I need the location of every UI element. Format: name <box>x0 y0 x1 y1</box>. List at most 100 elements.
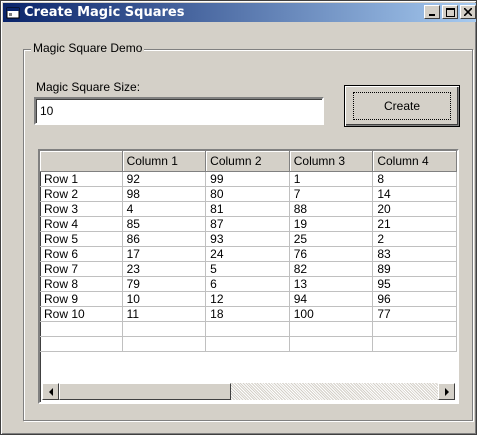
title-bar[interactable]: Create Magic Squares <box>3 3 476 22</box>
grid-corner-header <box>40 151 123 172</box>
table-row[interactable]: Row 5 86 93 25 2 <box>40 231 457 247</box>
table-row[interactable]: Row 10 11 18 100 77 <box>40 306 457 322</box>
grid-cell[interactable]: 25 <box>289 231 374 247</box>
table-row[interactable] <box>40 321 457 337</box>
close-button[interactable] <box>460 5 476 19</box>
row-label <box>40 336 123 352</box>
table-row[interactable]: Row 3 4 81 88 20 <box>40 201 457 217</box>
grid-cell[interactable]: 8 <box>372 171 457 187</box>
row-label: Row 1 <box>40 171 123 187</box>
row-label: Row 2 <box>40 186 123 202</box>
scroll-thumb[interactable] <box>59 383 231 400</box>
grid-cell[interactable]: 23 <box>122 261 207 277</box>
grid-cell[interactable]: 88 <box>289 201 374 217</box>
row-label: Row 9 <box>40 291 123 307</box>
grid-cell[interactable]: 11 <box>122 306 207 322</box>
grid-cell[interactable]: 18 <box>205 306 290 322</box>
row-label: Row 7 <box>40 261 123 277</box>
horizontal-scrollbar[interactable] <box>42 383 455 400</box>
scroll-left-arrow-icon <box>48 387 53 396</box>
grid-cell[interactable]: 100 <box>289 306 374 322</box>
grid-cell[interactable] <box>205 321 290 337</box>
grid-cell[interactable]: 98 <box>122 186 207 202</box>
grid-cell[interactable]: 92 <box>122 171 207 187</box>
grid-cell[interactable] <box>289 336 374 352</box>
grid-header-row: Column 1 Column 2 Column 3 Column 4 <box>40 151 457 172</box>
grid-cell[interactable]: 14 <box>372 186 457 202</box>
grid-cell[interactable]: 86 <box>122 231 207 247</box>
grid-cell[interactable]: 79 <box>122 276 207 292</box>
scroll-right-arrow-icon <box>444 387 449 396</box>
grid-cell[interactable]: 99 <box>205 171 290 187</box>
table-row[interactable] <box>40 336 457 352</box>
row-label: Row 5 <box>40 231 123 247</box>
grid-cell[interactable]: 81 <box>205 201 290 217</box>
table-row[interactable]: Row 9 10 12 94 96 <box>40 291 457 307</box>
column-header[interactable]: Column 1 <box>122 151 207 172</box>
grid-cell[interactable]: 24 <box>205 246 290 262</box>
grid-cell[interactable]: 21 <box>372 216 457 232</box>
table-row[interactable]: Row 1 92 99 1 8 <box>40 171 457 187</box>
grid-cell[interactable]: 7 <box>289 186 374 202</box>
window-title: Create Magic Squares <box>24 5 185 20</box>
frame-label: Magic Square Demo <box>31 41 145 55</box>
row-label: Row 10 <box>40 306 123 322</box>
grid-cell[interactable] <box>122 336 207 352</box>
grid-cell[interactable] <box>205 336 290 352</box>
grid-cell[interactable]: 94 <box>289 291 374 307</box>
grid-cell[interactable]: 80 <box>205 186 290 202</box>
scroll-track[interactable] <box>231 383 438 400</box>
grid-cell[interactable]: 93 <box>205 231 290 247</box>
grid-cell[interactable]: 2 <box>372 231 457 247</box>
table-row[interactable]: Row 7 23 5 82 89 <box>40 261 457 277</box>
minimize-button[interactable] <box>424 5 440 19</box>
grid-cell[interactable]: 85 <box>122 216 207 232</box>
grid-cell[interactable]: 96 <box>372 291 457 307</box>
grid-cell[interactable]: 95 <box>372 276 457 292</box>
row-label: Row 3 <box>40 201 123 217</box>
grid-cell[interactable] <box>372 336 457 352</box>
close-icon <box>464 8 472 16</box>
create-button[interactable]: Create <box>344 85 460 127</box>
row-label: Row 4 <box>40 216 123 232</box>
grid-cell[interactable]: 13 <box>289 276 374 292</box>
grid-cell[interactable]: 17 <box>122 246 207 262</box>
grid-cell[interactable] <box>372 321 457 337</box>
grid-cell[interactable] <box>289 321 374 337</box>
column-header[interactable]: Column 3 <box>289 151 374 172</box>
size-input[interactable] <box>34 97 324 125</box>
grid-cell[interactable]: 19 <box>289 216 374 232</box>
grid-cell[interactable]: 87 <box>205 216 290 232</box>
maximize-button[interactable] <box>442 5 458 19</box>
row-label: Row 6 <box>40 246 123 262</box>
grid-cell[interactable]: 1 <box>289 171 374 187</box>
table-row[interactable]: Row 8 79 6 13 95 <box>40 276 457 292</box>
grid-cell[interactable]: 5 <box>205 261 290 277</box>
grid-cell[interactable]: 76 <box>289 246 374 262</box>
grid-cell[interactable]: 20 <box>372 201 457 217</box>
grid-cell[interactable]: 89 <box>372 261 457 277</box>
window-app-icon[interactable] <box>6 6 20 20</box>
column-header[interactable]: Column 2 <box>205 151 290 172</box>
size-label: Magic Square Size: <box>36 80 141 94</box>
grid-cell[interactable]: 10 <box>122 291 207 307</box>
grid-cell[interactable]: 77 <box>372 306 457 322</box>
grid-cell[interactable]: 12 <box>205 291 290 307</box>
scroll-left-button[interactable] <box>42 383 59 400</box>
table-row[interactable]: Row 2 98 80 7 14 <box>40 186 457 202</box>
row-label: Row 8 <box>40 276 123 292</box>
grid-cell[interactable]: 82 <box>289 261 374 277</box>
magic-square-grid[interactable]: Column 1 Column 2 Column 3 Column 4 Row … <box>38 149 459 404</box>
table-row[interactable]: Row 4 85 87 19 21 <box>40 216 457 232</box>
column-header[interactable]: Column 4 <box>372 151 457 172</box>
create-button-label: Create <box>352 92 452 120</box>
app-window: Create Magic Squares Magic Square Demo M… <box>0 0 477 435</box>
grid-cell[interactable]: 4 <box>122 201 207 217</box>
minimize-icon <box>429 14 435 16</box>
row-label <box>40 321 123 337</box>
grid-cell[interactable]: 6 <box>205 276 290 292</box>
grid-cell[interactable] <box>122 321 207 337</box>
grid-cell[interactable]: 83 <box>372 246 457 262</box>
scroll-right-button[interactable] <box>438 383 455 400</box>
table-row[interactable]: Row 6 17 24 76 83 <box>40 246 457 262</box>
